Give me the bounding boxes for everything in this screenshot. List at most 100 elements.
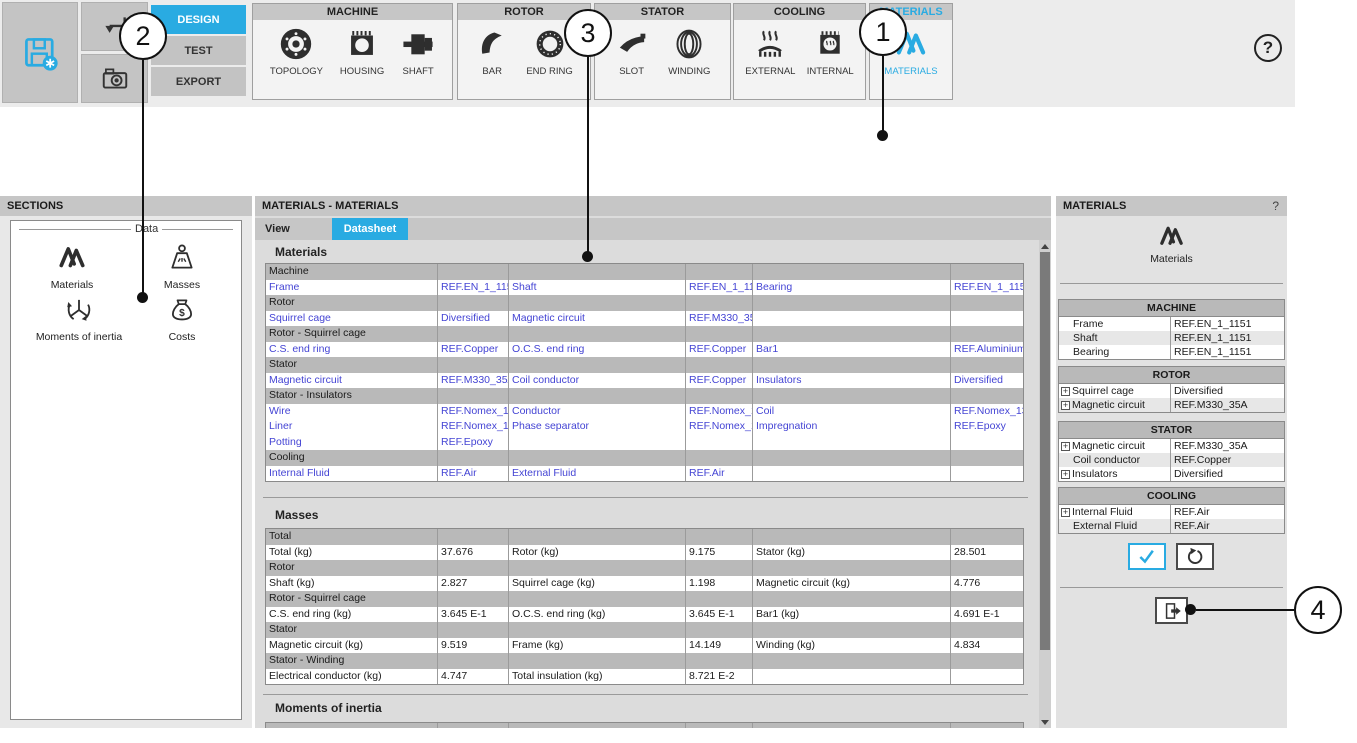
- table-group-row: Total: [266, 529, 1023, 545]
- cell[interactable]: Diversified: [438, 311, 509, 327]
- cell[interactable]: REF.M330_35A: [438, 373, 509, 389]
- cell[interactable]: REF.Nomex_130: [438, 419, 509, 435]
- tab-datasheet[interactable]: Datasheet: [332, 218, 408, 240]
- cell[interactable]: Coil: [753, 404, 951, 420]
- cell[interactable]: REF.Epoxy: [951, 419, 1023, 435]
- cell[interactable]: REF.Copper: [686, 373, 753, 389]
- expand-icon[interactable]: +: [1061, 508, 1070, 517]
- cell[interactable]: REF.Epoxy: [438, 435, 509, 451]
- table-row: Magnetic circuitREF.M330_35ACoil conduct…: [266, 373, 1023, 389]
- cell[interactable]: Wire: [266, 404, 438, 420]
- tab-view[interactable]: View: [259, 218, 296, 240]
- reset-button[interactable]: [1176, 543, 1214, 570]
- panel-table-row[interactable]: +Internal FluidREF.Air: [1059, 505, 1284, 519]
- cell: [753, 311, 951, 327]
- tab-export[interactable]: EXPORT: [151, 67, 246, 96]
- cell: [951, 326, 1023, 342]
- expand-icon[interactable]: +: [1061, 442, 1070, 451]
- cell[interactable]: REF.Air: [438, 466, 509, 482]
- expand-icon[interactable]: +: [1061, 387, 1070, 396]
- section-item-moments-of-inertia[interactable]: Moments of inertia: [24, 295, 134, 343]
- cell[interactable]: C.S. end ring: [266, 342, 438, 358]
- expand-icon[interactable]: +: [1061, 470, 1070, 479]
- cell[interactable]: O.C.S. end ring: [509, 342, 686, 358]
- ribbon-item-winding[interactable]: WINDING: [668, 27, 710, 77]
- cell[interactable]: REF.Air: [686, 466, 753, 482]
- cell[interactable]: Frame: [266, 280, 438, 296]
- cell[interactable]: Diversified: [951, 373, 1023, 389]
- cell[interactable]: Bearing: [753, 280, 951, 296]
- masses-table: TotalTotal (kg)37.676Rotor (kg)9.175Stat…: [265, 528, 1024, 685]
- cell[interactable]: REF.Nomex_130: [438, 404, 509, 420]
- table-row: Magnetic circuit (kg)9.519Frame (kg)14.1…: [266, 638, 1023, 654]
- cell[interactable]: REF.EN_1_1151: [951, 280, 1023, 296]
- panel-table-row[interactable]: Coil conductorREF.Copper: [1059, 453, 1284, 467]
- ribbon-item-topology[interactable]: TOPOLOGY: [270, 27, 323, 77]
- sections-panel: SECTIONS Data Materials Masses: [0, 196, 252, 728]
- panel-table-row[interactable]: +Squirrel cageDiversified: [1059, 384, 1284, 398]
- cell[interactable]: Shaft: [509, 280, 686, 296]
- cell[interactable]: Insulators: [753, 373, 951, 389]
- cell: 2.827: [438, 576, 509, 592]
- section-item-materials[interactable]: Materials: [27, 243, 117, 291]
- masses-heading: Masses: [275, 508, 318, 522]
- cell[interactable]: REF.Aluminium: [951, 342, 1023, 358]
- cell: [951, 653, 1023, 669]
- export-button[interactable]: [1155, 597, 1188, 624]
- expand-icon[interactable]: +: [1061, 401, 1070, 410]
- apply-button[interactable]: [1128, 543, 1166, 570]
- section-item-masses[interactable]: Masses: [137, 243, 227, 291]
- cell[interactable]: REF.Nomex_130: [686, 404, 753, 420]
- panel-help-button[interactable]: ?: [1272, 196, 1279, 216]
- internal-cooling-icon: [813, 27, 847, 61]
- callout-4-line: [1196, 609, 1294, 611]
- scroll-down-button[interactable]: [1039, 716, 1051, 728]
- cell[interactable]: Magnetic circuit: [509, 311, 686, 327]
- cell[interactable]: Coil conductor: [509, 373, 686, 389]
- ribbon-item-bar[interactable]: BAR: [475, 27, 509, 77]
- data-group-label: Data: [131, 223, 162, 235]
- vertical-scrollbar[interactable]: [1039, 240, 1051, 728]
- scrollbar-thumb[interactable]: [1040, 252, 1050, 650]
- cell[interactable]: REF.M330_35A: [686, 311, 753, 327]
- cell: [753, 669, 951, 685]
- table-row: WireREF.Nomex_130ConductorREF.Nomex_130C…: [266, 404, 1023, 420]
- cell[interactable]: Liner: [266, 419, 438, 435]
- cell[interactable]: REF.Copper: [438, 342, 509, 358]
- cell[interactable]: Conductor: [509, 404, 686, 420]
- panel-table-row[interactable]: +Magnetic circuitREF.M330_35A: [1059, 398, 1284, 412]
- panel-table-row[interactable]: +Magnetic circuitREF.M330_35A: [1059, 439, 1284, 453]
- panel-table-row[interactable]: +InsulatorsDiversified: [1059, 467, 1284, 481]
- export-icon: [1162, 601, 1182, 621]
- cell[interactable]: Potting: [266, 435, 438, 451]
- cell[interactable]: REF.Nomex_130: [686, 419, 753, 435]
- save-button[interactable]: [2, 2, 78, 103]
- row-label: Shaft: [1059, 331, 1171, 345]
- panel-table-row[interactable]: External FluidREF.Air: [1059, 519, 1284, 533]
- ribbon-item-shaft[interactable]: SHAFT: [401, 27, 435, 77]
- help-button[interactable]: ?: [1254, 34, 1282, 62]
- table-row: PottingREF.Epoxy: [266, 435, 1023, 451]
- ribbon-item-housing[interactable]: HOUSING: [340, 27, 384, 77]
- snapshot-button[interactable]: [81, 54, 148, 103]
- cell[interactable]: Impregnation: [753, 419, 951, 435]
- ribbon-item-external[interactable]: EXTERNAL: [745, 27, 795, 77]
- cell[interactable]: REF.EN_1_1151: [686, 280, 753, 296]
- cell[interactable]: Phase separator: [509, 419, 686, 435]
- cell[interactable]: REF.EN_1_1151: [438, 280, 509, 296]
- panel-table-row[interactable]: ShaftREF.EN_1_1151: [1059, 331, 1284, 345]
- cell[interactable]: Squirrel cage: [266, 311, 438, 327]
- triangle-up-icon: [1041, 244, 1049, 249]
- cell[interactable]: Magnetic circuit: [266, 373, 438, 389]
- scroll-up-button[interactable]: [1039, 240, 1051, 252]
- ribbon-group-cooling: COOLING EXTERNAL INTERNAL: [733, 3, 866, 100]
- cell[interactable]: Bar1: [753, 342, 951, 358]
- cell[interactable]: Internal Fluid: [266, 466, 438, 482]
- panel-table-row[interactable]: BearingREF.EN_1_1151: [1059, 345, 1284, 359]
- panel-table-row[interactable]: FrameREF.EN_1_1151: [1059, 317, 1284, 331]
- cell[interactable]: External Fluid: [509, 466, 686, 482]
- cell[interactable]: REF.Nomex_130: [951, 404, 1023, 420]
- ribbon-item-internal[interactable]: INTERNAL: [807, 27, 854, 77]
- ribbon-item-slot[interactable]: SLOT: [615, 27, 649, 77]
- cell[interactable]: REF.Copper: [686, 342, 753, 358]
